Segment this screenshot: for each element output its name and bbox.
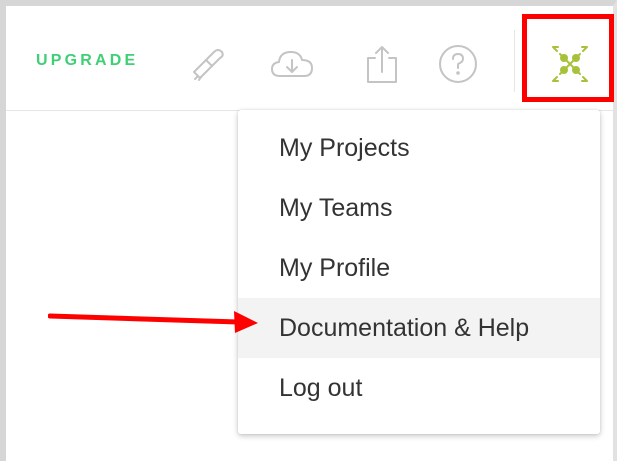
toolbar-divider [514, 30, 515, 92]
help-circle-icon[interactable] [434, 40, 482, 88]
menu-item-label: Documentation & Help [279, 313, 530, 342]
menu-item-label: Log out [279, 373, 363, 402]
menu-item-label: My Profile [279, 253, 391, 282]
upgrade-link[interactable]: UPGRADE [36, 52, 138, 70]
menu-item-documentation-help[interactable]: Documentation & Help [238, 298, 600, 358]
menu-item-my-teams[interactable]: My Teams [238, 178, 600, 238]
menu-item-log-out[interactable]: Log out [238, 358, 600, 418]
menu-item-my-profile[interactable]: My Profile [238, 238, 600, 298]
account-dropdown-menu: My Projects My Teams My Profile Document… [238, 110, 600, 434]
share-upload-icon[interactable] [358, 40, 406, 88]
cloud-download-icon[interactable] [268, 40, 316, 88]
paintbrush-icon[interactable] [184, 40, 232, 88]
project-avatar-icon[interactable] [545, 36, 595, 92]
top-toolbar: UPGRADE [6, 6, 613, 111]
menu-item-label: My Teams [279, 193, 393, 222]
menu-item-label: My Projects [279, 133, 410, 162]
menu-item-my-projects[interactable]: My Projects [238, 118, 600, 178]
